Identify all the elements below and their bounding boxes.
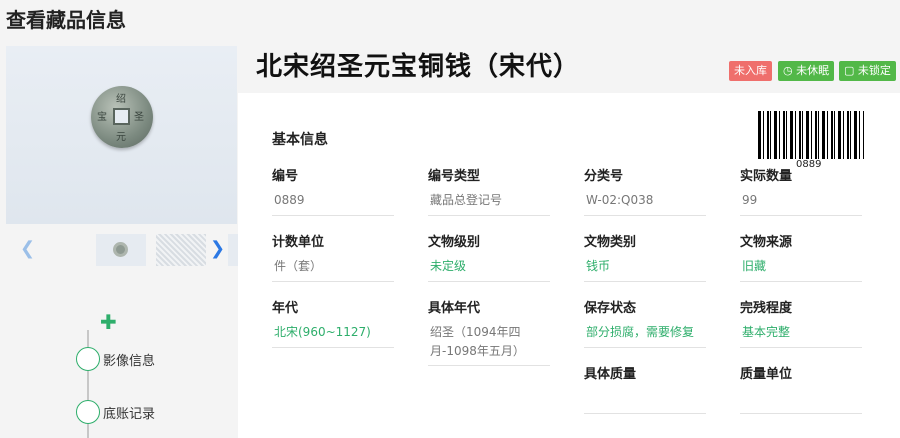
- field-value: 99: [742, 193, 758, 207]
- field-value: 未定级: [430, 259, 467, 273]
- field-count-unit: 计数单位 件（套）: [272, 231, 394, 282]
- field-label: 实际数量: [740, 169, 793, 184]
- field-value: 件（套）: [274, 259, 323, 273]
- field-label: 编号: [272, 169, 299, 184]
- gallery-panel: 绍 圣 元 宝 ❮ ❯ ✚: [0, 44, 238, 438]
- field-number: 编号 0889: [272, 165, 394, 216]
- field-label: 具体质量: [584, 367, 637, 382]
- page-title: 查看藏品信息: [6, 8, 126, 32]
- field-specific-mass: 具体质量: [584, 363, 706, 414]
- thumbnail-partial[interactable]: [228, 234, 238, 266]
- field-divider: [740, 281, 862, 282]
- field-mass-unit: 质量单位: [740, 363, 862, 414]
- field-divider: [272, 281, 394, 282]
- field-label: 完残程度: [740, 301, 793, 316]
- field-label: 保存状态: [584, 301, 637, 316]
- thumbnail-strip: ❮ ❯: [0, 232, 238, 268]
- coin-glyph-right: 圣: [134, 112, 144, 123]
- field-label: 具体年代: [428, 301, 481, 316]
- field-era: 年代 北宋(960~1127): [272, 297, 394, 348]
- badge-label: 未休眠: [796, 64, 830, 77]
- main-object-image[interactable]: 绍 圣 元 宝: [6, 46, 237, 224]
- chevron-left-icon[interactable]: ❮: [20, 238, 35, 259]
- status-badge-not-locked: ▢ 未锁定: [839, 61, 896, 81]
- field-divider: [428, 215, 550, 216]
- field-value: [740, 389, 862, 409]
- field-number-type: 编号类型 藏品总登记号: [428, 165, 550, 216]
- timeline-node-icon: [76, 400, 100, 424]
- field-label: 文物来源: [740, 235, 793, 250]
- field-label: 文物级别: [428, 235, 481, 250]
- coin-glyph-top: 绍: [116, 94, 126, 105]
- field-value: 旧藏: [742, 259, 767, 273]
- chevron-right-icon[interactable]: ❯: [210, 238, 225, 259]
- field-divider: [272, 215, 394, 216]
- field-divider: [272, 347, 394, 348]
- coin-square-hole: [113, 108, 130, 125]
- object-title: 北宋绍圣元宝铜钱（宋代）: [256, 52, 581, 82]
- field-relic-source: 文物来源 旧藏: [740, 231, 862, 282]
- field-preservation-status: 保存状态 部分损腐，需要修复: [584, 297, 706, 348]
- field-classification: 分类号 W-02:Q038: [584, 165, 706, 216]
- field-divider: [428, 365, 550, 366]
- field-value: 绍圣（1094年四月-1098年五月）: [430, 325, 525, 358]
- field-value: 北宋(960~1127): [274, 325, 371, 339]
- field-divider: [584, 281, 706, 282]
- field-label: 质量单位: [740, 367, 793, 382]
- coin-image: 绍 圣 元 宝: [91, 86, 153, 148]
- timeline-item-ledger-records[interactable]: 底账记录: [76, 400, 155, 424]
- field-divider: [584, 413, 706, 414]
- section-title-basic-info: 基本信息: [272, 132, 328, 148]
- lock-icon: ▢: [844, 64, 855, 77]
- basic-info-card: 基本信息 0889 编号 0889 编号类型 藏品总登记号 分类号 W-02:Q…: [238, 93, 900, 438]
- thumbnail-coin-image: [113, 242, 128, 257]
- barcode-image: [758, 111, 864, 159]
- field-divider: [428, 281, 550, 282]
- clock-icon: ◷: [783, 64, 793, 77]
- field-label: 计数单位: [272, 235, 325, 250]
- field-divider: [740, 215, 862, 216]
- field-label: 编号类型: [428, 169, 481, 184]
- field-divider: [740, 413, 862, 414]
- coin-glyph-left: 宝: [97, 112, 107, 123]
- badge-label: 未锁定: [857, 64, 891, 77]
- thumbnail-document[interactable]: [156, 234, 206, 266]
- status-badge-not-stored: 未入库: [729, 61, 772, 81]
- field-specific-era: 具体年代 绍圣（1094年四月-1098年五月）: [428, 297, 550, 366]
- coin-glyph-bottom: 元: [116, 132, 126, 143]
- field-label: 分类号: [584, 169, 624, 184]
- field-divider: [740, 347, 862, 348]
- field-value: [584, 389, 706, 409]
- field-value: 0889: [274, 193, 305, 207]
- field-relic-level: 文物级别 未定级: [428, 231, 550, 282]
- field-value: 部分损腐，需要修复: [586, 325, 695, 339]
- field-actual-quantity: 实际数量 99: [740, 165, 862, 216]
- timeline-node-icon: [76, 347, 100, 371]
- field-value: 钱币: [586, 259, 611, 273]
- timeline-item-label: 底账记录: [103, 406, 156, 422]
- status-badge-not-dormant: ◷ 未休眠: [778, 61, 835, 81]
- field-relic-category: 文物类别 钱币: [584, 231, 706, 282]
- field-completeness: 完残程度 基本完整: [740, 297, 862, 348]
- thumbnail-coin[interactable]: [96, 234, 146, 266]
- field-label: 文物类别: [584, 235, 637, 250]
- timeline-item-label: 影像信息: [103, 353, 156, 369]
- field-value: 基本完整: [742, 325, 791, 339]
- field-value: 藏品总登记号: [430, 193, 503, 207]
- plus-icon[interactable]: ✚: [100, 310, 117, 334]
- field-label: 年代: [272, 301, 299, 316]
- field-divider: [584, 215, 706, 216]
- field-value: W-02:Q038: [586, 193, 654, 207]
- timeline-item-image-info[interactable]: 影像信息: [76, 347, 155, 371]
- field-divider: [584, 347, 706, 348]
